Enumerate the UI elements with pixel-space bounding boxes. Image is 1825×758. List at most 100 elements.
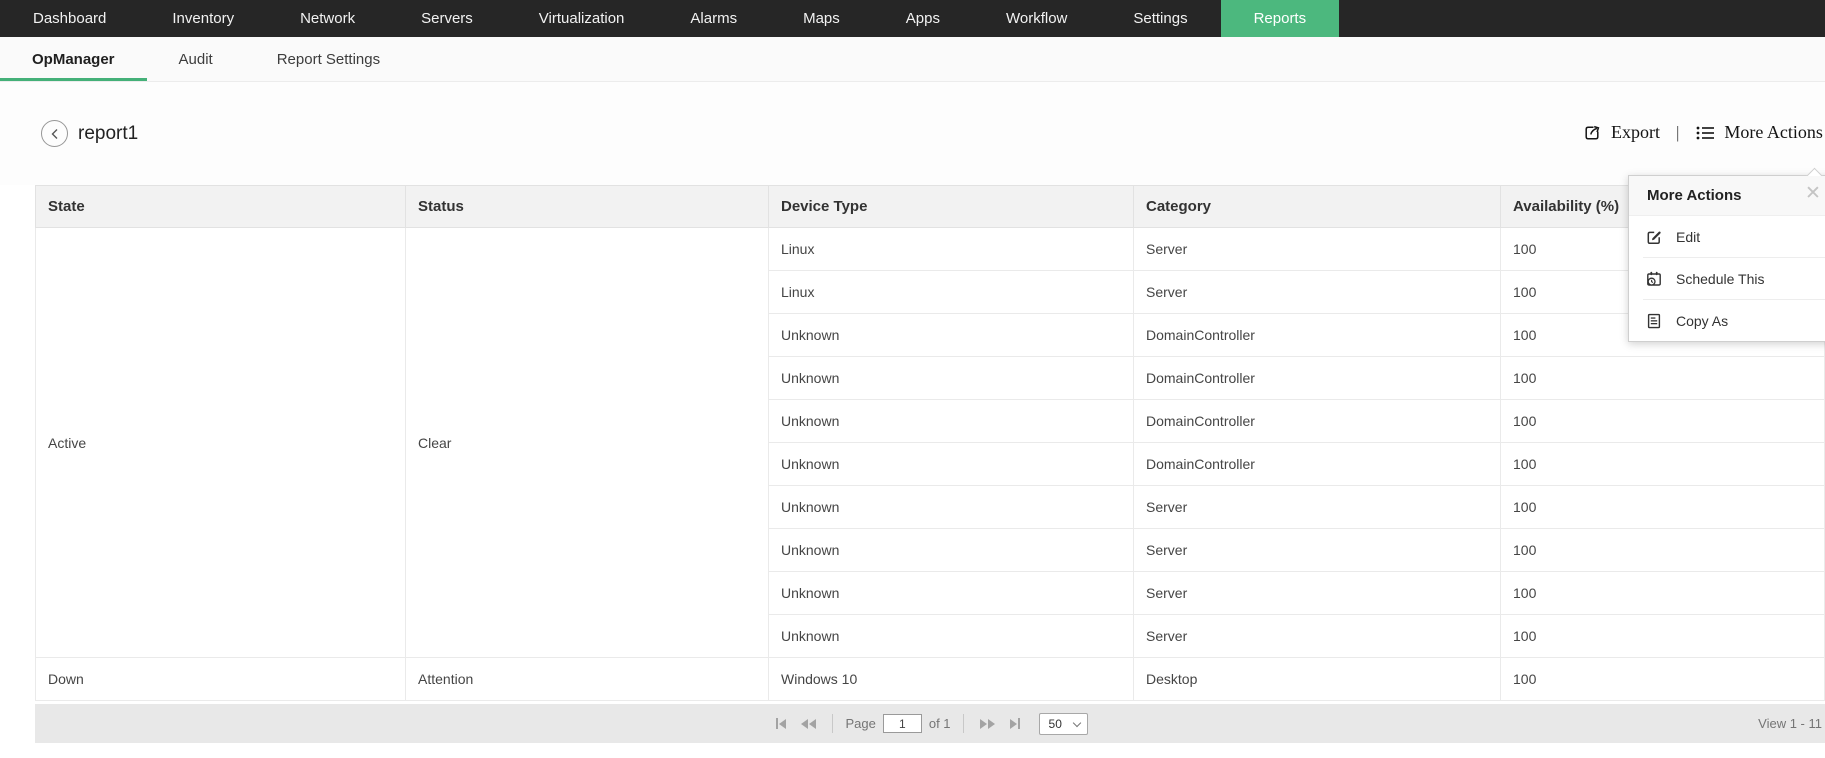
list-icon xyxy=(1695,124,1715,142)
back-button[interactable] xyxy=(41,120,68,147)
nav-item-maps[interactable]: Maps xyxy=(770,0,873,37)
cell-device-type: Unknown xyxy=(769,357,1134,400)
cell-device-type: Linux xyxy=(769,271,1134,314)
chevron-left-icon xyxy=(50,128,60,140)
cell-category: Server xyxy=(1134,615,1501,658)
nav-item-apps[interactable]: Apps xyxy=(873,0,973,37)
cell-category: DomainController xyxy=(1134,400,1501,443)
cell-device-type: Linux xyxy=(769,228,1134,271)
cell-availability: 100 xyxy=(1501,615,1825,658)
cell-category: DomainController xyxy=(1134,314,1501,357)
copy-as-icon xyxy=(1645,312,1663,330)
cell-availability: 100 xyxy=(1501,529,1825,572)
cell-category: Server xyxy=(1134,271,1501,314)
triangle-right-icon xyxy=(1010,719,1017,729)
pager-separator xyxy=(832,714,833,733)
more-actions-label: More Actions xyxy=(1724,122,1823,143)
more-actions-menu: More Actions ✕ Edit Schedule This xyxy=(1628,175,1825,342)
triangle-left-icon xyxy=(801,719,808,729)
report-table: State Status Device Type Category Availa… xyxy=(35,185,1825,701)
cell-status: Attention xyxy=(406,658,769,701)
first-page-button[interactable] xyxy=(772,718,790,729)
toolbar-divider: | xyxy=(1676,123,1679,143)
menu-item-label: Schedule This xyxy=(1676,271,1764,287)
nav-item-virtualization[interactable]: Virtualization xyxy=(506,0,658,37)
last-page-icon xyxy=(1018,718,1020,729)
cell-device-type: Unknown xyxy=(769,615,1134,658)
schedule-icon xyxy=(1645,270,1663,288)
edit-icon xyxy=(1645,228,1663,246)
prev-page-button[interactable] xyxy=(797,719,820,729)
next-page-button[interactable] xyxy=(976,719,999,729)
cell-device-type: Unknown xyxy=(769,314,1134,357)
top-nav: Dashboard Inventory Network Servers Virt… xyxy=(0,0,1825,37)
menu-item-label: Edit xyxy=(1676,229,1700,245)
cell-device-type: Unknown xyxy=(769,443,1134,486)
triangle-left-icon xyxy=(779,719,786,729)
export-icon xyxy=(1582,123,1602,143)
close-icon[interactable]: ✕ xyxy=(1805,184,1821,203)
cell-category: DomainController xyxy=(1134,357,1501,400)
cell-category: Server xyxy=(1134,529,1501,572)
nav-item-workflow[interactable]: Workflow xyxy=(973,0,1100,37)
report-toolbar: report1 Export | More Actions xyxy=(0,82,1825,185)
triangle-right-icon xyxy=(980,719,987,729)
menu-item-copy-as[interactable]: Copy As xyxy=(1629,300,1825,341)
cell-device-type: Windows 10 xyxy=(769,658,1134,701)
table-header-row: State Status Device Type Category Availa… xyxy=(36,186,1825,228)
nav-item-settings[interactable]: Settings xyxy=(1100,0,1220,37)
tab-opmanager[interactable]: OpManager xyxy=(0,37,147,81)
table-row: Down Attention Windows 10 Desktop 100 xyxy=(36,658,1825,701)
pager-separator xyxy=(963,714,964,733)
cell-availability: 100 xyxy=(1501,400,1825,443)
cell-device-type: Unknown xyxy=(769,572,1134,615)
cell-category: DomainController xyxy=(1134,443,1501,486)
view-range-label: View 1 - 11 xyxy=(1758,716,1822,731)
table-row: Active Clear Linux Server 100 xyxy=(36,228,1825,271)
cell-category: Server xyxy=(1134,228,1501,271)
column-header-category[interactable]: Category xyxy=(1134,186,1501,228)
menu-item-schedule-this[interactable]: Schedule This xyxy=(1629,258,1825,299)
pagination-bar: Page of 1 50 View 1 - 11 xyxy=(35,704,1825,743)
nav-item-alarms[interactable]: Alarms xyxy=(657,0,770,37)
column-header-status[interactable]: Status xyxy=(406,186,769,228)
cell-category: Desktop xyxy=(1134,658,1501,701)
page-title: report1 xyxy=(78,123,138,145)
first-page-icon xyxy=(776,718,778,729)
nav-item-reports[interactable]: Reports xyxy=(1221,0,1340,37)
page-size-select[interactable]: 50 xyxy=(1039,713,1088,735)
column-header-device-type[interactable]: Device Type xyxy=(769,186,1134,228)
tab-report-settings[interactable]: Report Settings xyxy=(245,37,412,81)
menu-item-label: Copy As xyxy=(1676,313,1728,329)
triangle-left-icon xyxy=(809,719,816,729)
menu-item-edit[interactable]: Edit xyxy=(1629,216,1825,257)
cell-category: Server xyxy=(1134,486,1501,529)
cell-state: Active xyxy=(36,228,406,658)
cell-availability: 100 xyxy=(1501,486,1825,529)
export-label: Export xyxy=(1611,122,1660,143)
page-of-label: of 1 xyxy=(929,716,951,731)
last-page-button[interactable] xyxy=(1006,718,1024,729)
page-size-select-wrap: 50 xyxy=(1039,713,1088,735)
cell-status: Clear xyxy=(406,228,769,658)
export-button[interactable]: Export xyxy=(1582,122,1660,143)
cell-availability: 100 xyxy=(1501,572,1825,615)
cell-availability: 100 xyxy=(1501,357,1825,400)
toolbar-actions: Export | More Actions xyxy=(1582,122,1823,143)
cell-availability: 100 xyxy=(1501,658,1825,701)
page-label: Page xyxy=(845,716,875,731)
cell-device-type: Unknown xyxy=(769,529,1134,572)
cell-device-type: Unknown xyxy=(769,486,1134,529)
column-header-state[interactable]: State xyxy=(36,186,406,228)
more-actions-button[interactable]: More Actions xyxy=(1695,122,1823,143)
cell-state: Down xyxy=(36,658,406,701)
nav-item-network[interactable]: Network xyxy=(267,0,388,37)
nav-item-servers[interactable]: Servers xyxy=(388,0,506,37)
page-number-input[interactable] xyxy=(883,714,922,733)
tab-audit[interactable]: Audit xyxy=(147,37,245,81)
cell-category: Server xyxy=(1134,572,1501,615)
nav-item-dashboard[interactable]: Dashboard xyxy=(0,0,139,37)
cell-device-type: Unknown xyxy=(769,400,1134,443)
cell-availability: 100 xyxy=(1501,443,1825,486)
nav-item-inventory[interactable]: Inventory xyxy=(139,0,267,37)
